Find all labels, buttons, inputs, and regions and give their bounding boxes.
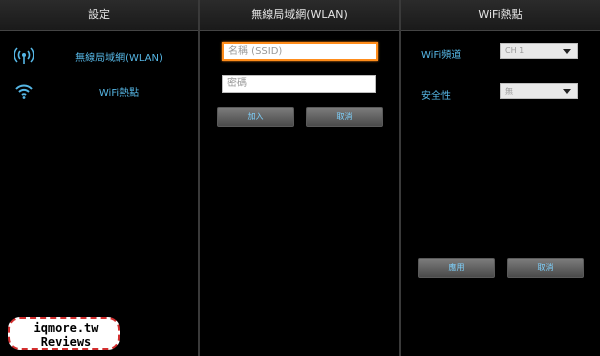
cancel-button[interactable]: 取消 xyxy=(507,258,584,278)
ssid-input[interactable]: 名稱 (SSID) xyxy=(222,42,378,61)
sidebar-item-label: 無線局域網(WLAN) xyxy=(75,53,163,64)
watermark-logo: iqmore.tw Reviews xyxy=(8,317,120,350)
sidebar-item-wlan[interactable]: 無線局域網(WLAN) xyxy=(0,45,198,67)
sidebar-item-label: WiFi熱點 xyxy=(98,88,140,99)
wireless-antenna-icon xyxy=(13,46,35,66)
wifi-icon xyxy=(14,81,34,101)
join-button[interactable]: 加入 xyxy=(217,107,294,127)
watermark-line1: iqmore.tw xyxy=(33,321,99,335)
channel-value: CH 1 xyxy=(505,46,525,55)
password-input[interactable]: 密碼 xyxy=(222,75,376,93)
chevron-down-icon xyxy=(563,89,571,94)
channel-label: WiFi頻道 xyxy=(421,50,462,61)
hotspot-header: WiFi熱點 xyxy=(401,0,600,31)
wlan-header: 無線局域網(WLAN) xyxy=(200,0,399,31)
settings-panel: 設定 無線局域網(WLAN) WiFi熱點 iqmore.tw Reviews xyxy=(0,0,198,356)
cancel-button[interactable]: 取消 xyxy=(306,107,383,127)
hotspot-panel: WiFi熱點 WiFi頻道 CH 1 安全性 無 應用 取消 xyxy=(401,0,600,356)
security-label: 安全性 xyxy=(421,91,451,102)
sidebar-item-wifi-hotspot[interactable]: WiFi熱點 xyxy=(0,80,198,102)
chevron-down-icon xyxy=(563,49,571,54)
watermark-line2: Reviews xyxy=(40,335,92,349)
wlan-panel: 無線局域網(WLAN) 名稱 (SSID) 密碼 加入 取消 xyxy=(200,0,399,356)
apply-button[interactable]: 應用 xyxy=(418,258,495,278)
security-value: 無 xyxy=(505,87,513,96)
security-select[interactable]: 無 xyxy=(500,83,578,99)
channel-select[interactable]: CH 1 xyxy=(500,43,578,59)
settings-header: 設定 xyxy=(0,0,198,31)
